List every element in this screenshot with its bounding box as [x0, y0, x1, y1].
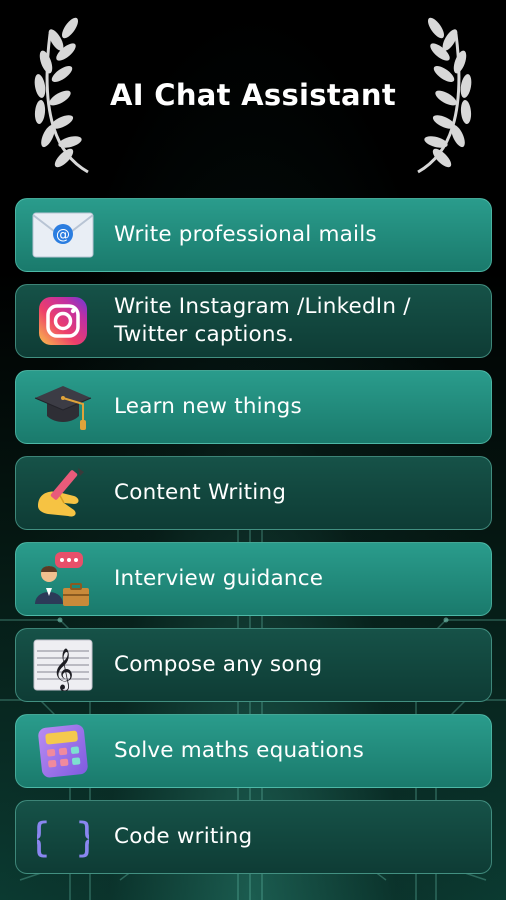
- feature-card-compose-song[interactable]: 𝄞 Compose any song: [15, 628, 492, 702]
- interview-icon: [32, 548, 94, 610]
- feature-card-professional-mails[interactable]: @ Write professional mails: [15, 198, 492, 272]
- feature-list: @ Write professional mails Write Instagr…: [15, 198, 492, 886]
- feature-card-social-captions[interactable]: Write Instagram /LinkedIn / Twitter capt…: [15, 284, 492, 358]
- svg-text:𝄞: 𝄞: [52, 648, 73, 691]
- header: AI Chat Assistant: [0, 0, 506, 190]
- feature-label: Interview guidance: [114, 566, 324, 591]
- email-icon: @: [32, 204, 94, 266]
- code-braces-icon: { }: [32, 806, 94, 868]
- svg-text:@: @: [56, 227, 70, 243]
- writing-hand-icon: [32, 462, 94, 524]
- feature-card-code-writing[interactable]: { } Code writing: [15, 800, 492, 874]
- feature-label: Compose any song: [114, 652, 323, 677]
- svg-text:{ }: { }: [37, 815, 89, 861]
- feature-label: Content Writing: [114, 480, 287, 505]
- instagram-icon: [32, 290, 94, 352]
- feature-card-learn[interactable]: Learn new things: [15, 370, 492, 444]
- calculator-icon: [32, 720, 94, 782]
- graduation-cap-icon: [32, 376, 94, 438]
- feature-card-maths[interactable]: Solve maths equations: [15, 714, 492, 788]
- feature-label: Solve maths equations: [114, 738, 365, 763]
- laurel-right-icon: [417, 17, 472, 174]
- feature-card-content-writing[interactable]: Content Writing: [15, 456, 492, 530]
- feature-label: Write professional mails: [114, 222, 377, 247]
- feature-label: Code writing: [114, 824, 253, 849]
- feature-label: Write Instagram /LinkedIn / Twitter capt…: [114, 294, 411, 347]
- feature-label: Learn new things: [114, 394, 302, 419]
- music-sheet-icon: 𝄞: [32, 634, 94, 696]
- feature-card-interview[interactable]: Interview guidance: [15, 542, 492, 616]
